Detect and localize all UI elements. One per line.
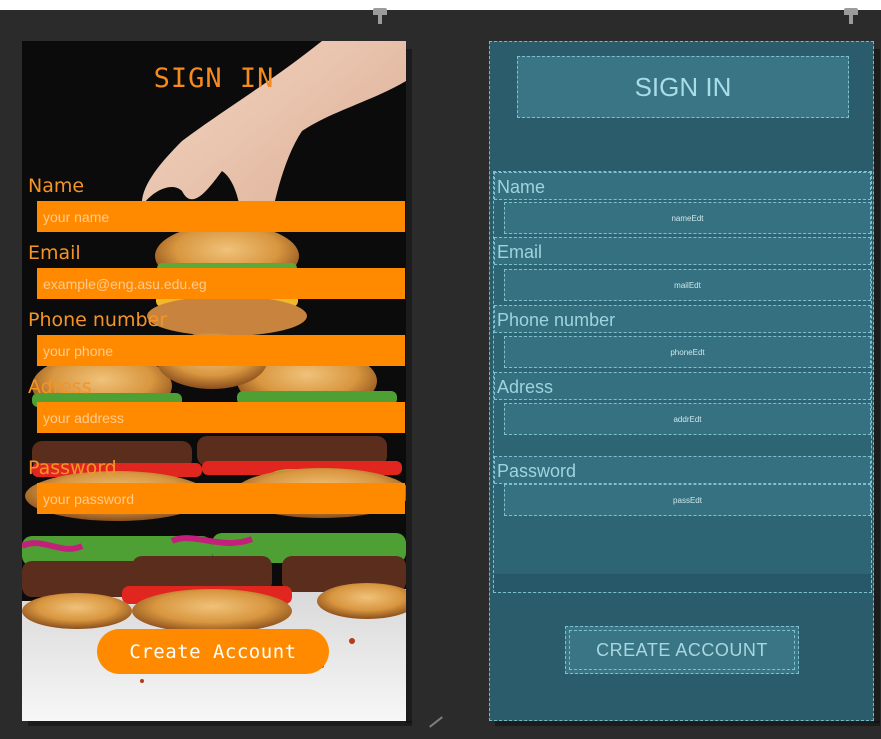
blueprint-phone-label[interactable]: Phone number bbox=[494, 305, 871, 333]
blueprint-button-inner-frame bbox=[569, 630, 795, 670]
address-input[interactable] bbox=[37, 402, 405, 433]
create-account-button[interactable]: Create Account bbox=[97, 629, 329, 674]
blueprint-name-label[interactable]: Name bbox=[494, 172, 871, 200]
phone-label: Phone number bbox=[28, 309, 168, 331]
email-input[interactable] bbox=[37, 268, 405, 299]
blueprint-password-label[interactable]: Password bbox=[494, 456, 871, 484]
pin-icon[interactable] bbox=[844, 8, 858, 24]
blueprint-title[interactable]: SIGN IN bbox=[517, 56, 849, 118]
design-shadow-right bbox=[406, 49, 412, 723]
password-input[interactable] bbox=[37, 483, 405, 514]
blueprint-view[interactable]: SIGN IN Name nameEdt Email mailEdt Phone… bbox=[489, 41, 874, 721]
name-label: Name bbox=[28, 175, 85, 197]
pin-icon[interactable] bbox=[373, 8, 387, 24]
blueprint-email-field[interactable]: mailEdt bbox=[504, 269, 871, 301]
blueprint-create-account-button[interactable]: CREATE ACCOUNT bbox=[565, 626, 799, 674]
page-title: SIGN IN bbox=[153, 63, 275, 94]
blueprint-address-label[interactable]: Adress bbox=[494, 372, 871, 400]
design-preview[interactable]: SIGN IN Name Email Phone number Adress P… bbox=[22, 41, 406, 721]
blueprint-phone-field[interactable]: phoneEdt bbox=[504, 336, 871, 368]
name-input[interactable] bbox=[37, 201, 405, 232]
blueprint-shadow-bottom bbox=[495, 721, 880, 726]
blueprint-form-footer bbox=[494, 574, 871, 592]
blueprint-password-field[interactable]: passEdt bbox=[504, 484, 871, 516]
design-shadow-bottom bbox=[28, 721, 412, 726]
phone-input[interactable] bbox=[37, 335, 405, 366]
password-label: Password bbox=[28, 457, 117, 479]
blueprint-address-field[interactable]: addrEdt bbox=[504, 403, 871, 435]
blueprint-shadow-right bbox=[874, 49, 880, 723]
resize-handle-icon[interactable] bbox=[429, 716, 443, 728]
address-label: Adress bbox=[28, 376, 92, 398]
blueprint-name-field[interactable]: nameEdt bbox=[504, 202, 871, 234]
email-label: Email bbox=[28, 242, 81, 264]
blueprint-email-label[interactable]: Email bbox=[494, 237, 871, 265]
toolbar-strip bbox=[0, 0, 881, 10]
